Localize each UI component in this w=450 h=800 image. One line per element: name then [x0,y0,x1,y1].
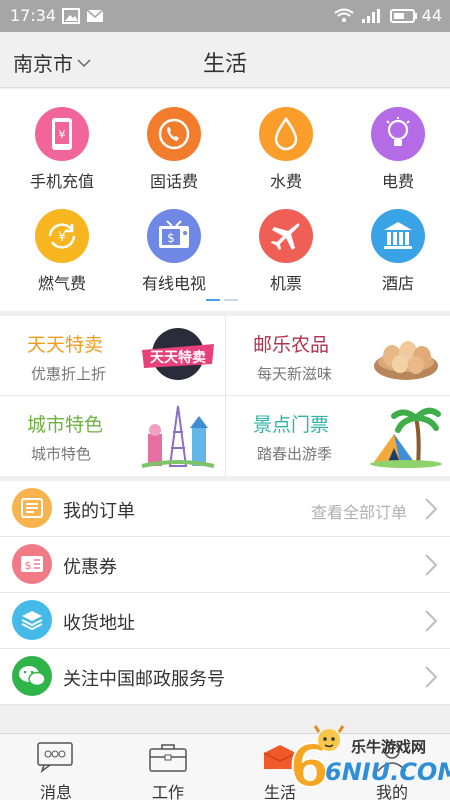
daily-sale-badge-text: 天天特卖 [150,349,206,366]
briefcase-icon [149,744,187,772]
header: 南京市 生活 [0,32,450,88]
service-mobile-topup[interactable]: ¥ 手机充值 [6,95,118,195]
tv-icon: $ [147,209,201,263]
services-grid: ¥ 手机充值 固话费 水费 电费 ¥ 燃气费 $ 有线电视 机票 酒店 [0,89,450,311]
watermark: 6 乐牛游戏网 6NIU.COM [285,720,450,800]
order-icon [12,488,52,528]
wechat-icon [12,656,52,696]
menu-item-follow-wechat[interactable]: 关注中国邮政服务号 [0,649,450,705]
city-landmarks-image [141,405,215,468]
battery-icon [390,9,417,23]
promo-scenic-tickets[interactable]: 景点门票 踏春出游季 [226,396,450,475]
status-bar: 17:34 44 [0,0,450,32]
watermark-url: 6NIU.COM [325,758,450,786]
divider [0,395,450,396]
menu-list: 我的订单 查看全部订单 $ 优惠券 收货地址 关注中国邮政服务号 [0,481,450,705]
daily-sale-badge-image: 天天特卖 [142,328,214,380]
coupon-icon: $ [12,544,52,584]
mail-icon [86,9,104,22]
service-hotel[interactable]: 酒店 [342,197,450,297]
status-time: 17:34 [10,6,57,25]
service-flights[interactable]: 机票 [230,197,342,297]
chevron-right-icon [425,666,438,688]
tab-messages[interactable]: 消息 [0,734,112,800]
page-dot-active [206,299,220,301]
svg-text:$: $ [25,559,32,572]
camping-tent-image [370,407,442,468]
menu-item-my-orders[interactable]: 我的订单 查看全部订单 [0,481,450,537]
svg-text:$: $ [167,231,175,245]
battery-level: 44 [421,6,442,25]
svg-text:¥: ¥ [58,230,66,245]
airplane-icon [259,209,313,263]
telephone-icon [147,107,201,161]
page-indicator [206,299,238,301]
chevron-right-icon [425,554,438,576]
water-drop-icon [259,107,313,161]
wifi-icon [334,8,354,22]
hotel-icon [371,209,425,263]
message-icon [37,742,73,774]
chevron-right-icon [425,610,438,632]
watermark-text: 乐牛游戏网 [351,738,427,756]
service-landline[interactable]: 固话费 [118,95,230,195]
menu-item-coupons[interactable]: $ 优惠券 [0,537,450,593]
promo-daily-sale[interactable]: 天天特卖 优惠折上折 天天特卖 [0,316,224,395]
page-dot [224,299,238,301]
eggs-basket-image [374,341,438,380]
service-water[interactable]: 水费 [230,95,342,195]
svg-text:¥: ¥ [59,128,66,141]
chevron-right-icon [425,498,438,520]
tab-work[interactable]: 工作 [112,734,224,800]
image-icon [62,8,80,24]
promo-city-specialty[interactable]: 城市特色 城市特色 [0,396,224,475]
lightbulb-icon [371,107,425,161]
service-gas[interactable]: ¥ 燃气费 [6,197,118,297]
gas-icon: ¥ [35,209,89,263]
service-cable-tv[interactable]: $ 有线电视 [118,197,230,297]
promo-farm-products[interactable]: 邮乐农品 每天新滋味 [226,316,450,395]
page-title: 生活 [202,52,247,77]
address-icon [12,600,52,640]
promo-grid: 天天特卖 优惠折上折 天天特卖 邮乐农品 每天新滋味 城市特色 城市特色 景点门… [0,316,450,476]
signal-icon [362,9,380,23]
service-electricity[interactable]: 电费 [342,95,450,195]
phone-icon: ¥ [35,107,89,161]
view-all-orders-link[interactable]: 查看全部订单 [311,499,407,523]
menu-item-shipping-address[interactable]: 收货地址 [0,593,450,649]
divider [225,316,226,476]
